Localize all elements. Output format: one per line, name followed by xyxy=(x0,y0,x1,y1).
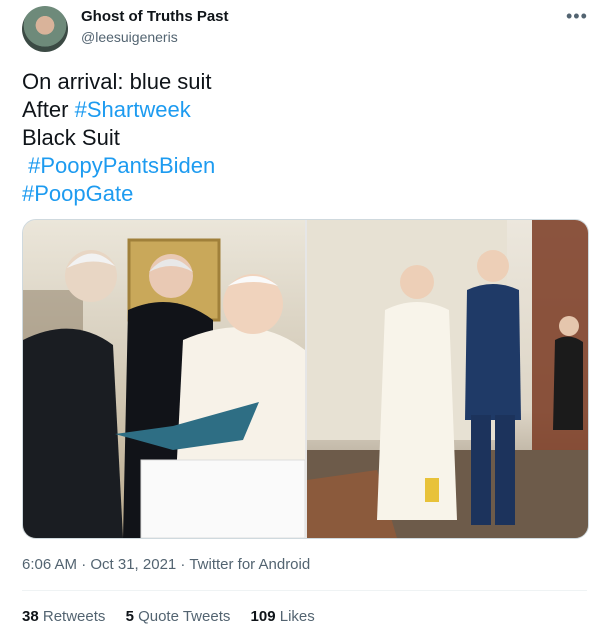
likes-label: Likes xyxy=(279,608,315,625)
retweets-label: Retweets xyxy=(42,608,106,625)
tweet-line: On arrival: blue suit xyxy=(22,68,215,96)
tweet-line: Black Suit xyxy=(22,124,215,152)
photo-left-illustration xyxy=(23,238,306,538)
quotes-label: Quote Tweets xyxy=(138,608,231,625)
retweets-count: 38 xyxy=(22,608,39,625)
user-handle[interactable]: @leesuigeneris xyxy=(81,29,178,45)
tweet-timestamp[interactable]: 6:06 AM · Oct 31, 2021 · Twitter for And… xyxy=(22,556,310,573)
tweet-line: After #Shartweek xyxy=(22,96,215,124)
photo-right-illustration xyxy=(307,220,588,538)
retweets-stat[interactable]: 38 Retweets xyxy=(22,608,105,625)
quote-tweets-stat[interactable]: 5 Quote Tweets xyxy=(126,608,231,625)
tweet-line: #PoopGate xyxy=(22,180,215,208)
display-name[interactable]: Ghost of Truths Past xyxy=(81,8,229,25)
tweet-line-text: Black Suit xyxy=(22,125,120,150)
hashtag-link[interactable]: #Shartweek xyxy=(75,97,191,122)
tweet-text: On arrival: blue suit After #Shartweek B… xyxy=(22,68,215,208)
likes-count: 109 xyxy=(250,608,276,625)
hashtag-link[interactable]: #PoopyPantsBiden xyxy=(28,153,215,178)
tweet-line-text: After xyxy=(22,97,75,122)
tweet-line: #PoopyPantsBiden xyxy=(22,152,215,180)
media-grid xyxy=(22,219,589,539)
hashtag-link[interactable]: #PoopGate xyxy=(22,181,133,206)
engagement-stats: 38 Retweets 5 Quote Tweets 109 Likes xyxy=(22,608,331,625)
more-icon[interactable]: ••• xyxy=(566,6,588,27)
photo-left[interactable] xyxy=(23,220,306,538)
avatar[interactable] xyxy=(22,6,68,52)
tweet-line-text: On arrival: blue suit xyxy=(22,69,212,94)
divider xyxy=(22,590,587,591)
photo-right[interactable] xyxy=(307,220,588,538)
likes-stat[interactable]: 109 Likes xyxy=(251,608,315,625)
quotes-count: 5 xyxy=(125,608,134,625)
